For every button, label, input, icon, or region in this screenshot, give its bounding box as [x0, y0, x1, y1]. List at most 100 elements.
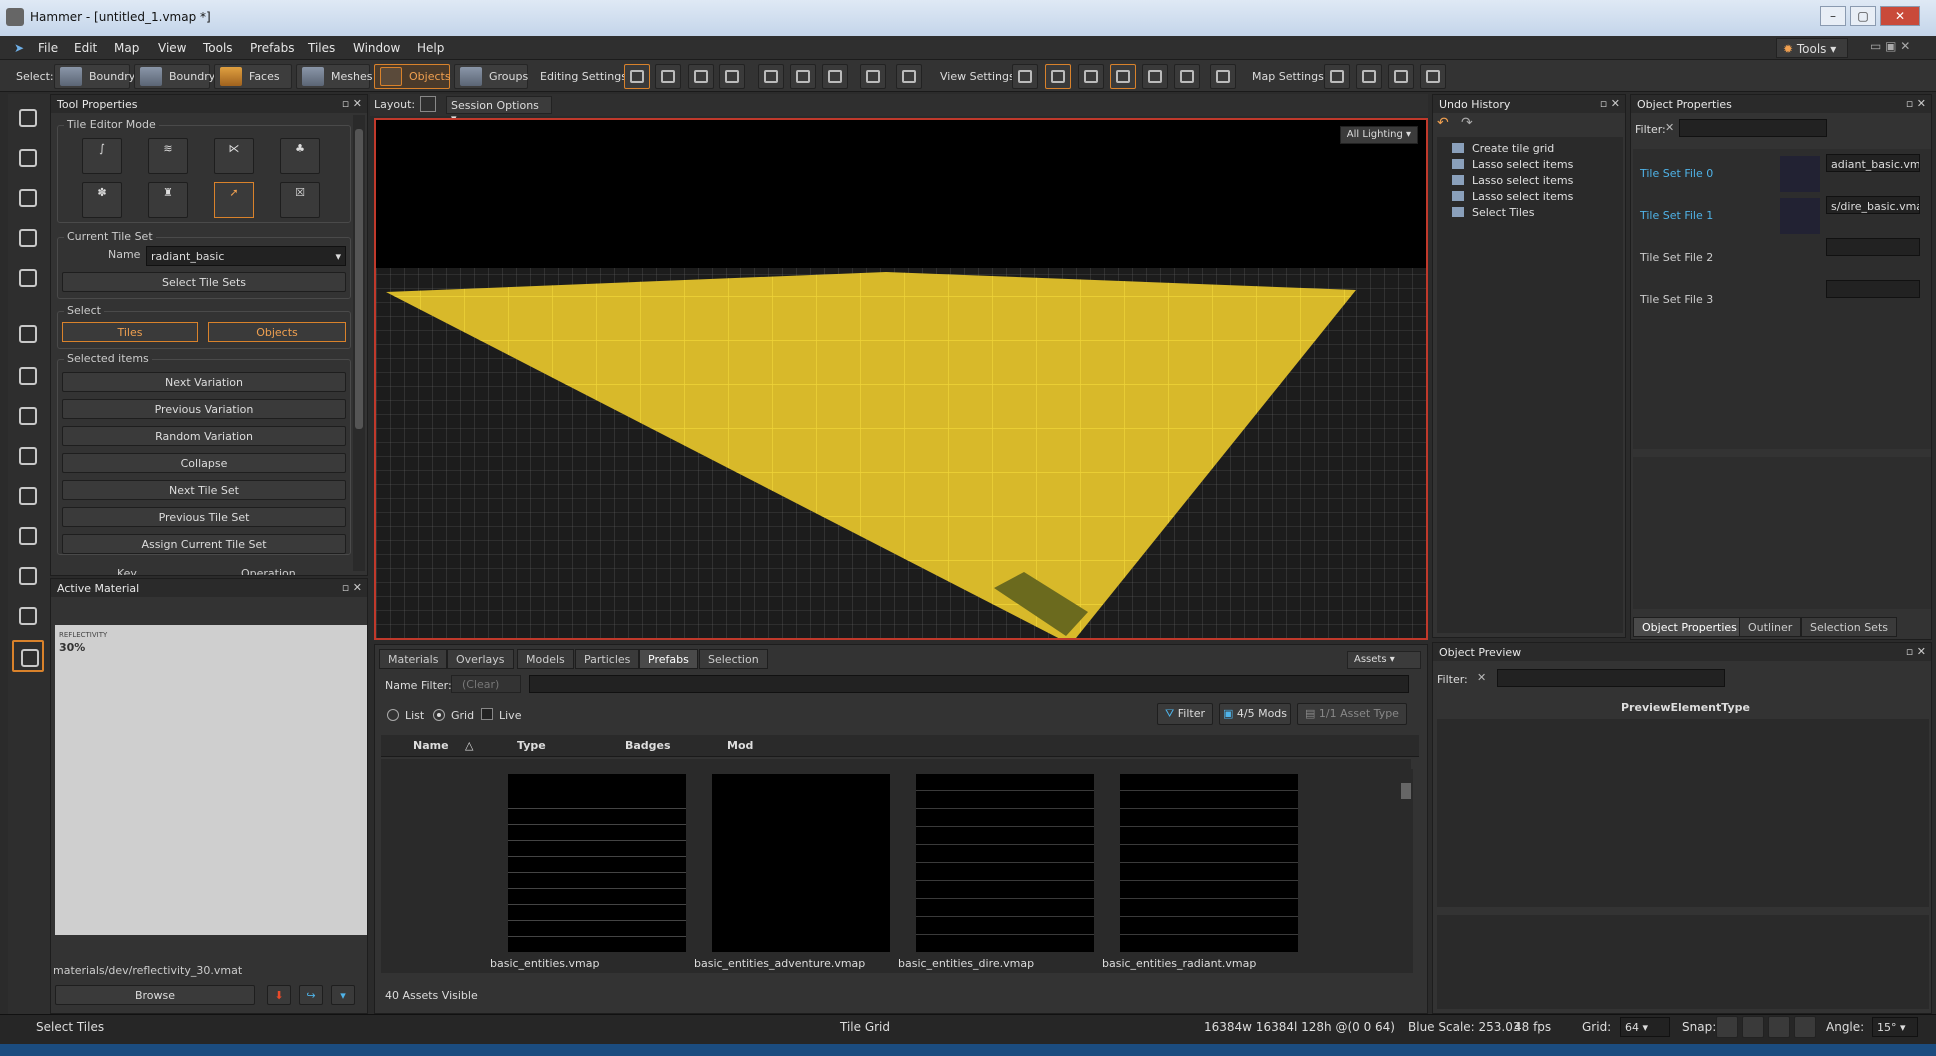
- close-button[interactable]: ✕: [1880, 6, 1920, 26]
- tile-set-file-1-field[interactable]: s/dire_basic.vmap: [1826, 196, 1920, 214]
- shading-icon[interactable]: [1078, 64, 1104, 89]
- move-tool-icon[interactable]: [12, 142, 44, 174]
- select-tool-icon[interactable]: [12, 102, 44, 134]
- share-material-icon[interactable]: ↪: [299, 985, 323, 1005]
- session-options-dropdown[interactable]: Session Options ▾: [446, 96, 552, 125]
- collapse-button[interactable]: Collapse: [62, 453, 346, 473]
- filter-button[interactable]: ⛛ Filter: [1157, 703, 1213, 725]
- path-tool-icon[interactable]: [12, 440, 44, 472]
- tool-icon[interactable]: [860, 64, 886, 89]
- tool-properties-scrollbar[interactable]: [353, 115, 365, 571]
- snap-icon[interactable]: [624, 64, 650, 89]
- maximize-button[interactable]: ▢: [1850, 6, 1876, 26]
- snap-grid-icon[interactable]: [1716, 1016, 1738, 1038]
- assign-current-tile-set-button[interactable]: Assign Current Tile Set: [62, 534, 346, 554]
- asset-thumb-basic-entities-dire[interactable]: [916, 774, 1094, 952]
- asset-grid-scrollbar[interactable]: [1399, 769, 1413, 973]
- tile-mode-erase-icon[interactable]: ☒: [280, 182, 320, 218]
- col-name[interactable]: Name: [413, 739, 449, 752]
- camera-icon[interactable]: [1012, 64, 1038, 89]
- snap-angle-icon[interactable]: [1768, 1016, 1790, 1038]
- lighting-dropdown[interactable]: All Lighting ▾: [1339, 126, 1418, 144]
- menu-map[interactable]: Map: [114, 41, 139, 55]
- undo-item[interactable]: Lasso select items: [1451, 174, 1573, 187]
- select-objects-button[interactable]: Objects: [374, 64, 451, 89]
- select-groups-button[interactable]: Groups: [454, 64, 528, 89]
- menu-tools[interactable]: Tools: [203, 41, 233, 55]
- axis-icon[interactable]: [655, 64, 681, 89]
- random-variation-button[interactable]: Random Variation: [62, 426, 346, 446]
- tile-mode-water-icon[interactable]: ≋: [148, 138, 188, 174]
- select-tiles-button[interactable]: Tiles: [62, 322, 198, 342]
- name-filter-input[interactable]: [529, 675, 1409, 693]
- tiles-view-icon[interactable]: [1110, 64, 1136, 89]
- tile-set-file-0-field[interactable]: adiant_basic.vmap: [1826, 154, 1920, 172]
- tab-materials[interactable]: Materials: [379, 649, 448, 669]
- tile-tool-icon[interactable]: [12, 640, 44, 672]
- clear-filter-icon[interactable]: ✕: [1477, 671, 1486, 684]
- minimize-button[interactable]: –: [1820, 6, 1846, 26]
- tile-set-file-2-field[interactable]: [1826, 238, 1920, 256]
- scale-icon[interactable]: [688, 64, 714, 89]
- tile-mode-river-icon[interactable]: ⋉: [214, 138, 254, 174]
- select-tile-sets-button[interactable]: Select Tile Sets: [62, 272, 346, 292]
- undo-item[interactable]: Lasso select items: [1451, 190, 1573, 203]
- next-variation-button[interactable]: Next Variation: [62, 372, 346, 392]
- col-type[interactable]: Type: [517, 739, 546, 752]
- map-icon-4[interactable]: [1420, 64, 1446, 89]
- select-boundry-button-2[interactable]: Boundry: [134, 64, 215, 89]
- previous-variation-button[interactable]: Previous Variation: [62, 399, 346, 419]
- nav-icon[interactable]: [790, 64, 816, 89]
- tab-selection[interactable]: Selection: [699, 649, 768, 669]
- grid-size-dropdown[interactable]: 64 ▾: [1620, 1017, 1670, 1037]
- pivot-tool-icon[interactable]: [12, 262, 44, 294]
- select-faces-button[interactable]: Faces: [214, 64, 292, 89]
- previous-tile-set-button[interactable]: Previous Tile Set: [62, 507, 346, 527]
- menu-file[interactable]: File: [38, 41, 58, 55]
- close-icon[interactable]: ▫ ✕: [1906, 645, 1926, 658]
- col-badges[interactable]: Badges: [625, 739, 671, 752]
- menu-tiles[interactable]: Tiles: [308, 41, 335, 55]
- asset-thumb-basic-entities-radiant[interactable]: [1120, 774, 1298, 952]
- tools-dropdown[interactable]: ✹ Tools ▾: [1776, 38, 1848, 58]
- tab-models[interactable]: Models: [517, 649, 574, 669]
- paint-tool-icon[interactable]: [12, 520, 44, 552]
- preview-filter-input[interactable]: [1497, 669, 1725, 687]
- tile-mode-statue-icon[interactable]: ♜: [148, 182, 188, 218]
- tile-mode-tree-icon[interactable]: ♣: [280, 138, 320, 174]
- tab-outliner[interactable]: Outliner: [1739, 617, 1802, 637]
- scale-tool-icon[interactable]: [12, 222, 44, 254]
- restore-icon[interactable]: ▭ ▣ ✕: [1870, 39, 1910, 53]
- close-icon[interactable]: ▫ ✕: [1906, 97, 1926, 110]
- select-through-icon[interactable]: [822, 64, 848, 89]
- display-icon[interactable]: [1210, 64, 1236, 89]
- light-tool-icon[interactable]: [12, 318, 44, 350]
- apply-material-icon[interactable]: ⬇: [267, 985, 291, 1005]
- terrain-tool-icon[interactable]: [12, 560, 44, 592]
- asset-type-button[interactable]: ▤ 1/1 Asset Type: [1297, 703, 1407, 725]
- snap-vertex-icon[interactable]: [1742, 1016, 1764, 1038]
- select-boundry-button[interactable]: Boundry: [54, 64, 135, 89]
- texture-tool-icon[interactable]: [12, 480, 44, 512]
- controller-icon[interactable]: [896, 64, 922, 89]
- snap-surface-icon[interactable]: [1794, 1016, 1816, 1038]
- tab-object-properties[interactable]: Object Properties: [1633, 617, 1746, 637]
- pivot-icon[interactable]: [719, 64, 745, 89]
- tile-mode-select-icon[interactable]: ➚: [214, 182, 254, 218]
- close-icon[interactable]: ▫ ✕: [342, 97, 362, 110]
- undo-item[interactable]: Create tile grid: [1451, 142, 1554, 155]
- tab-prefabs[interactable]: Prefabs: [639, 649, 698, 669]
- tab-particles[interactable]: Particles: [575, 649, 640, 669]
- tile-mode-path-icon[interactable]: ∫: [82, 138, 122, 174]
- next-tile-set-button[interactable]: Next Tile Set: [62, 480, 346, 500]
- undo-icon[interactable]: ↶: [1437, 115, 1461, 135]
- object-properties-filter-input[interactable]: [1679, 119, 1827, 137]
- foliage-tool-icon[interactable]: [12, 600, 44, 632]
- map-icon-2[interactable]: [1356, 64, 1382, 89]
- map-icon-1[interactable]: [1324, 64, 1350, 89]
- asset-thumb-basic-entities[interactable]: [508, 774, 686, 952]
- asset-thumb-basic-entities-adventure[interactable]: [712, 774, 890, 952]
- clear-filter-button[interactable]: (Clear): [451, 675, 521, 693]
- menu-help[interactable]: Help: [417, 41, 444, 55]
- col-mod[interactable]: Mod: [727, 739, 753, 752]
